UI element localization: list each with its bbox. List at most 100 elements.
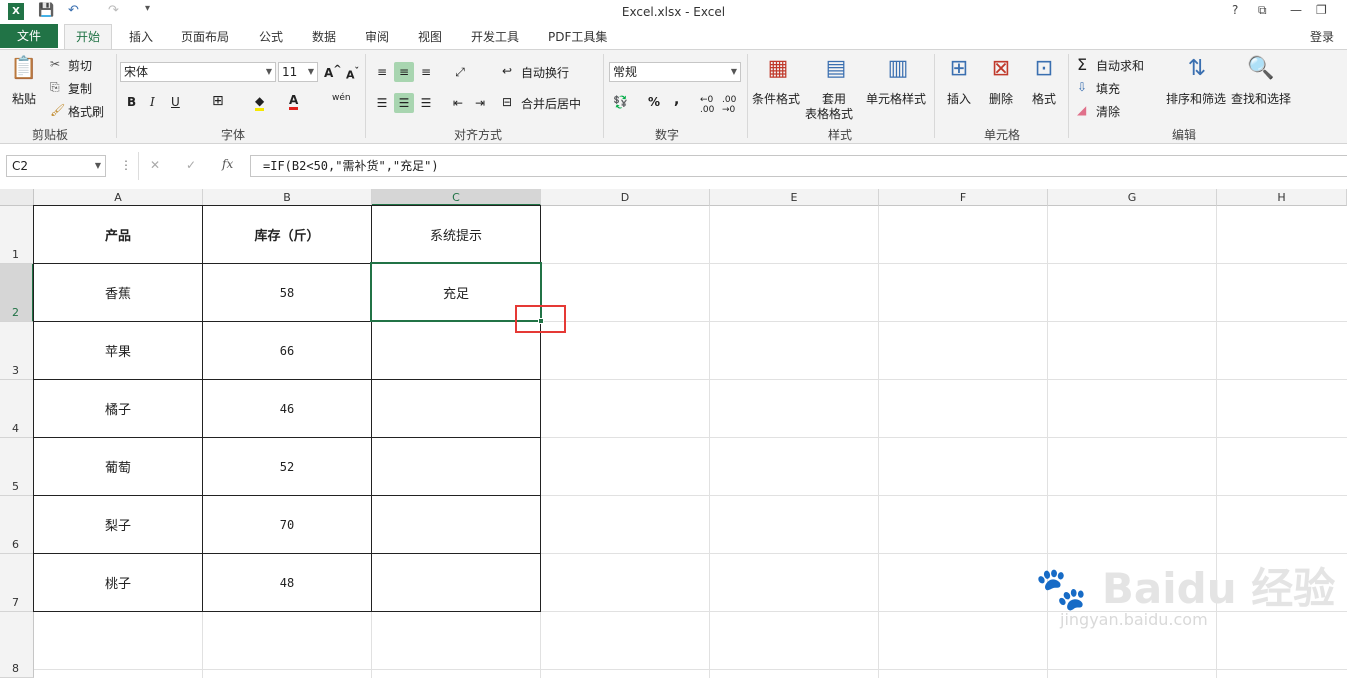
merge-center-button[interactable]: 合并后居中 — [521, 95, 581, 112]
header-cell-a1[interactable]: 产品 — [34, 206, 203, 264]
row-header-1[interactable]: 1 — [0, 206, 34, 264]
font-name-combo[interactable]: 宋体 ▼ — [120, 62, 276, 82]
row-header-6[interactable]: 6 — [0, 496, 34, 554]
delete-cells-button[interactable]: 删除 — [989, 90, 1013, 107]
paste-button[interactable]: 粘贴 — [12, 90, 36, 107]
row-header-3[interactable]: 3 — [0, 322, 34, 380]
grow-font-icon[interactable]: A^ — [324, 64, 342, 80]
tab-home[interactable]: 开始 — [64, 24, 112, 50]
font-color-icon[interactable]: A — [289, 93, 299, 110]
number-format-combo[interactable]: 常规 ▼ — [609, 62, 741, 82]
restore-button[interactable]: ❐ — [1316, 3, 1327, 17]
phonetic-icon[interactable]: wén — [332, 93, 351, 103]
cut-button[interactable]: 剪切 — [68, 57, 92, 74]
column-header-f[interactable]: F — [879, 189, 1048, 206]
cancel-icon[interactable]: ✕ — [150, 158, 160, 172]
increase-indent-icon[interactable]: ⇥ — [470, 93, 490, 113]
insert-function-icon[interactable]: fx — [222, 157, 233, 171]
cell-b5[interactable]: 52 — [203, 438, 372, 496]
cell-a2[interactable]: 香蕉 — [34, 264, 203, 322]
column-header-c[interactable]: C — [372, 189, 541, 206]
tab-developer[interactable]: 开发工具 — [471, 28, 519, 45]
column-header-d[interactable]: D — [541, 189, 710, 206]
decrease-decimal-icon[interactable]: .00 →0 — [722, 95, 736, 115]
cell-b2[interactable]: 58 — [203, 264, 372, 322]
cell-c6[interactable] — [372, 496, 541, 554]
cell-c4[interactable] — [372, 380, 541, 438]
enter-icon[interactable]: ✓ — [186, 158, 196, 172]
help-button[interactable]: ? — [1232, 3, 1238, 17]
ribbon-display-icon[interactable]: ⧉ — [1258, 3, 1267, 18]
cell-a7[interactable]: 桃子 — [34, 554, 203, 612]
cell-c7[interactable] — [372, 554, 541, 612]
header-cell-b1[interactable]: 库存（斤） — [203, 206, 372, 264]
cell-b3[interactable]: 66 — [203, 322, 372, 380]
cell-a6[interactable]: 梨子 — [34, 496, 203, 554]
tab-page-layout[interactable]: 页面布局 — [181, 28, 229, 45]
fill-color-icon[interactable]: ◆ — [255, 94, 265, 111]
borders-icon[interactable]: ⊞ — [212, 93, 224, 109]
clear-button[interactable]: 清除 — [1096, 103, 1120, 120]
row-header-7[interactable]: 7 — [0, 554, 34, 612]
column-header-b[interactable]: B — [203, 189, 372, 206]
percent-style-button[interactable]: % — [648, 95, 660, 109]
tab-review[interactable]: 审阅 — [365, 28, 389, 45]
increase-decimal-icon[interactable]: ←0.00 — [700, 95, 714, 115]
formula-input[interactable]: =IF(B2<50,"需补货","充足") — [250, 155, 1347, 177]
autosum-button[interactable]: 自动求和 — [1096, 57, 1144, 74]
row-header-5[interactable]: 5 — [0, 438, 34, 496]
format-painter-button[interactable]: 格式刷 — [68, 103, 104, 120]
format-as-table-button-line2[interactable]: 表格格式 — [805, 105, 853, 122]
cell-b4[interactable]: 46 — [203, 380, 372, 438]
italic-icon[interactable]: I — [150, 95, 155, 109]
minimize-button[interactable]: — — [1290, 3, 1302, 17]
wrap-text-button[interactable]: 自动换行 — [521, 64, 569, 81]
align-right-icon[interactable]: ☰ — [416, 93, 436, 113]
fill-button[interactable]: 填充 — [1096, 80, 1120, 97]
cell-a5[interactable]: 葡萄 — [34, 438, 203, 496]
align-left-icon[interactable]: ☰ — [372, 93, 392, 113]
underline-icon[interactable]: U — [171, 95, 180, 109]
align-bottom-icon[interactable]: ≡ — [416, 62, 436, 82]
shrink-font-icon[interactable]: Aˇ — [346, 66, 359, 82]
chevron-down-icon[interactable]: ▼ — [95, 156, 101, 176]
sort-filter-button[interactable]: 排序和筛选 — [1166, 90, 1226, 107]
header-cell-c1[interactable]: 系统提示 — [372, 206, 541, 264]
cell-a3[interactable]: 苹果 — [34, 322, 203, 380]
column-header-a[interactable]: A — [34, 189, 203, 206]
more-options-icon[interactable]: ⋮ — [120, 158, 132, 172]
tab-view[interactable]: 视图 — [418, 28, 442, 45]
cell-c5[interactable] — [372, 438, 541, 496]
name-box[interactable]: C2 ▼ — [6, 155, 106, 177]
align-center-icon[interactable]: ☰ — [394, 93, 414, 113]
orientation-icon[interactable]: ⤢ — [450, 62, 470, 82]
find-select-button[interactable]: 查找和选择 — [1231, 90, 1291, 107]
conditional-format-button[interactable]: 条件格式 — [752, 90, 800, 107]
signin-link[interactable]: 登录 — [1310, 28, 1334, 45]
tab-formulas[interactable]: 公式 — [259, 28, 283, 45]
font-size-combo[interactable]: 11 ▼ — [278, 62, 318, 82]
align-top-icon[interactable]: ≡ — [372, 62, 392, 82]
row-header-4[interactable]: 4 — [0, 380, 34, 438]
cell-b7[interactable]: 48 — [203, 554, 372, 612]
row-header-2[interactable]: 2 — [0, 264, 34, 322]
insert-cells-button[interactable]: 插入 — [947, 90, 971, 107]
tab-insert[interactable]: 插入 — [129, 28, 153, 45]
copy-button[interactable]: 复制 — [68, 80, 92, 97]
tab-file[interactable]: 文件 — [0, 24, 58, 48]
column-header-h[interactable]: H — [1217, 189, 1347, 206]
tab-pdf-tools[interactable]: PDF工具集 — [548, 28, 607, 45]
cell-styles-button[interactable]: 单元格样式 — [866, 90, 926, 107]
align-middle-icon[interactable]: ≡ — [394, 62, 414, 82]
decrease-indent-icon[interactable]: ⇤ — [448, 93, 468, 113]
row-header-8[interactable]: 8 — [0, 612, 34, 678]
accounting-format-icon[interactable]: 💱 — [613, 95, 628, 109]
bold-icon[interactable]: B — [127, 95, 136, 109]
cell-b6[interactable]: 70 — [203, 496, 372, 554]
tab-data[interactable]: 数据 — [312, 28, 336, 45]
select-all-corner[interactable] — [0, 189, 34, 206]
cell-a4[interactable]: 橘子 — [34, 380, 203, 438]
column-header-g[interactable]: G — [1048, 189, 1217, 206]
comma-style-button[interactable]: , — [674, 92, 679, 108]
column-header-e[interactable]: E — [710, 189, 879, 206]
